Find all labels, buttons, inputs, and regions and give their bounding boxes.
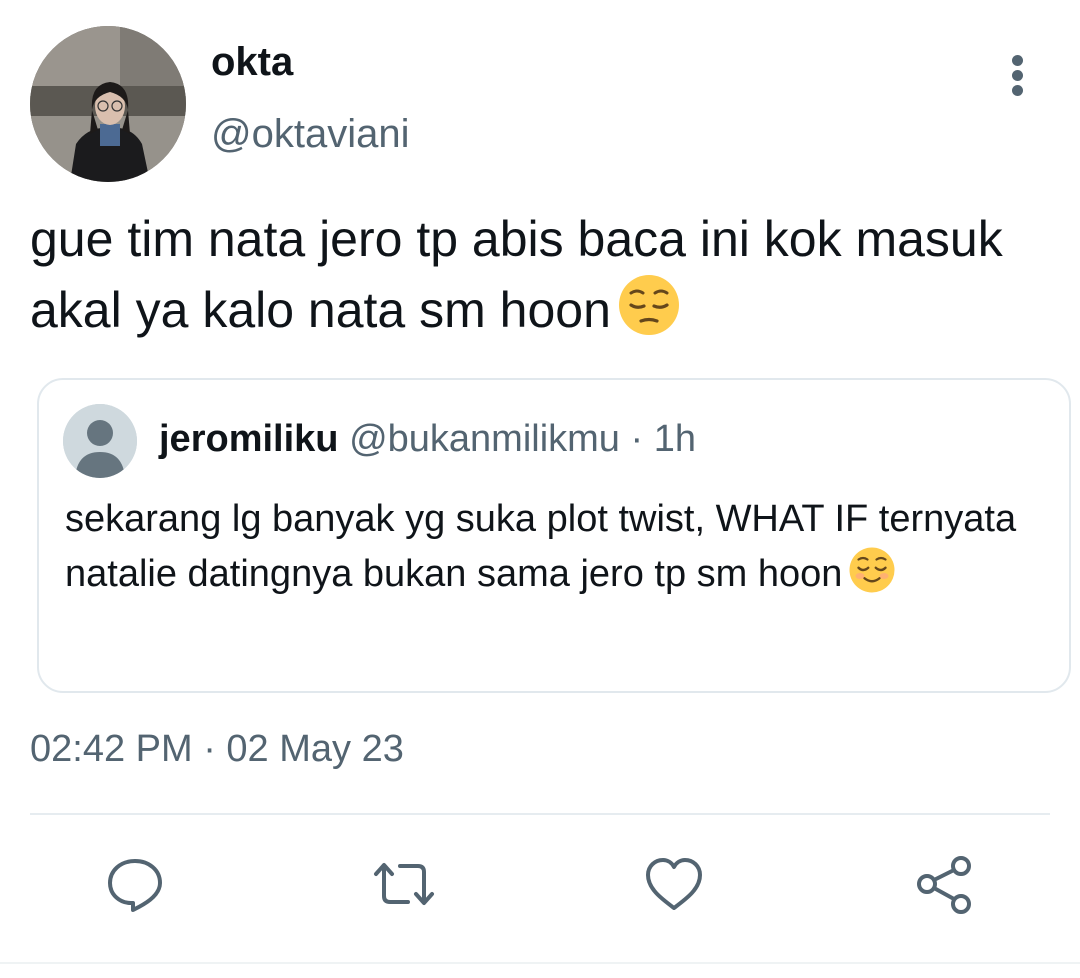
quoted-author-display-name[interactable]: jeromiliku — [159, 418, 339, 460]
share-icon — [917, 856, 971, 914]
like-button[interactable] — [642, 852, 706, 916]
heart-icon — [646, 858, 702, 910]
avatar-photo — [30, 26, 186, 182]
relieved-face-icon — [848, 546, 896, 609]
quoted-tweet-age: · 1h — [630, 418, 696, 460]
tweet-timestamp[interactable]: 02:42 PM · 02 May 23 — [30, 728, 404, 771]
reply-button[interactable] — [103, 852, 167, 916]
tweet-text-content: gue tim nata jero tp abis baca ini kok m… — [30, 211, 1003, 338]
author-handle[interactable]: @oktaviani — [211, 112, 409, 157]
share-button[interactable] — [912, 852, 976, 916]
bottom-divider — [0, 962, 1080, 964]
quoted-tweet-card[interactable]: jeromiliku @bukanmilikmu · 1h sekarang l… — [37, 378, 1071, 693]
retweet-button[interactable] — [372, 852, 436, 916]
quoted-tweet-text: sekarang lg banyak yg suka plot twist, W… — [65, 492, 1055, 609]
retweet-icon — [374, 863, 434, 905]
author-display-name[interactable]: okta — [211, 40, 293, 85]
divider — [30, 813, 1050, 815]
default-avatar-icon — [63, 404, 137, 478]
author-avatar[interactable] — [30, 26, 186, 182]
pensive-face-icon — [617, 273, 681, 354]
tweet-text: gue tim nata jero tp abis baca ini kok m… — [30, 205, 1060, 354]
quoted-tweet-header: jeromiliku @bukanmilikmu · 1h — [159, 418, 696, 461]
reply-icon — [108, 859, 162, 912]
quoted-author-handle[interactable]: @bukanmilikmu — [349, 418, 620, 460]
more-options-icon[interactable] — [1000, 55, 1036, 97]
quoted-author-avatar[interactable] — [63, 404, 137, 478]
